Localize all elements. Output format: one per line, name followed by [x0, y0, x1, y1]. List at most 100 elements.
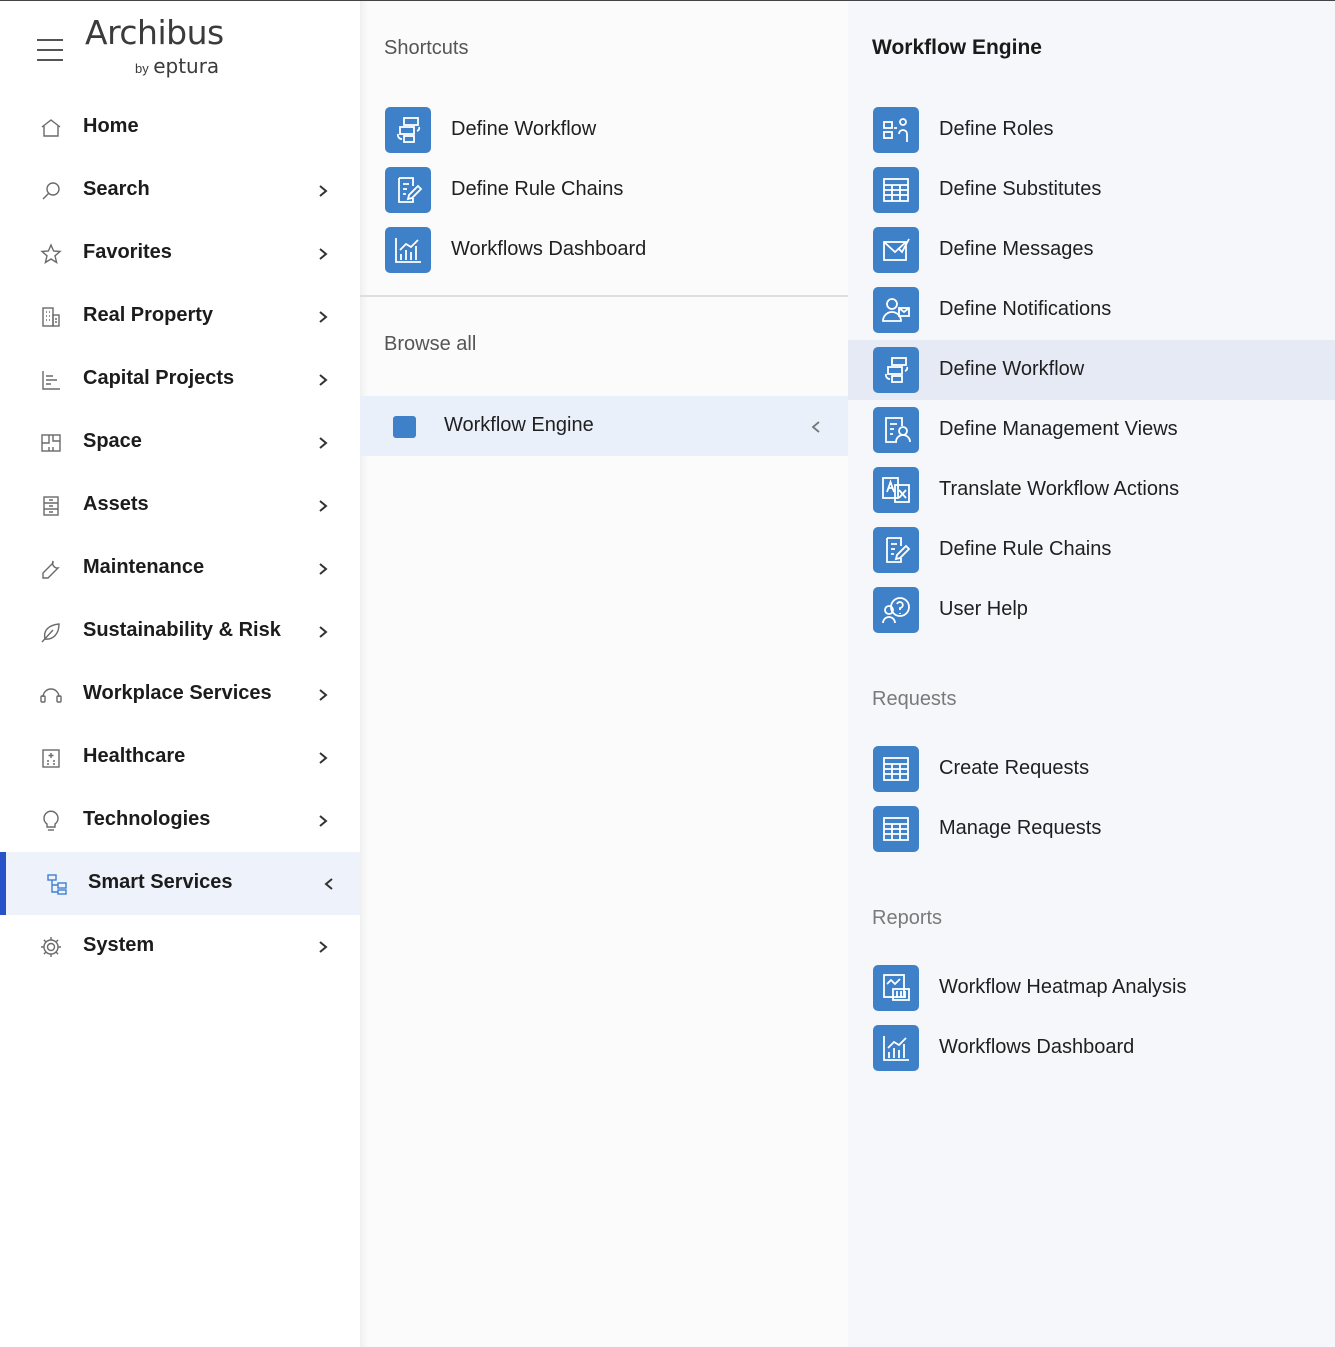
grid-table-icon [873, 806, 919, 852]
task-define-workflow[interactable]: Define Workflow [848, 340, 1335, 400]
chevron-right-icon [316, 685, 330, 705]
nav-item-workplace-services[interactable]: Workplace Services [0, 663, 360, 726]
task-define-management-views[interactable]: Define Management Views [848, 400, 1335, 460]
chevron-left-icon [810, 418, 822, 436]
nav-item-sustainability-risk[interactable]: Sustainability & Risk [0, 600, 360, 663]
logo-by: by [135, 61, 149, 76]
chevron-right-icon [316, 181, 330, 201]
grid-table-icon [873, 167, 919, 213]
translate-icon [873, 467, 919, 513]
nav-item-smart-services[interactable]: Smart Services [0, 852, 360, 915]
nav-item-home[interactable]: Home [0, 96, 360, 159]
nav-item-label: Real Property [83, 304, 214, 326]
task-label: Define Messages [939, 238, 1094, 260]
hospital-icon [39, 746, 63, 770]
task-translate-workflow-actions[interactable]: Translate Workflow Actions [848, 460, 1335, 520]
shortcut-label: Workflows Dashboard [451, 238, 647, 260]
lightbulb-icon [39, 809, 63, 833]
chevron-right-icon [316, 622, 330, 642]
task-label: Manage Requests [939, 817, 1102, 839]
main-navigation: Archibus by eptura Home Search Favorites… [0, 1, 360, 1347]
star-icon [39, 242, 63, 266]
gear-icon [39, 935, 63, 959]
task-create-requests[interactable]: Create Requests [848, 739, 1335, 799]
task-label: User Help [939, 598, 1028, 620]
chevron-right-icon [316, 496, 330, 516]
workflow-icon [385, 107, 431, 153]
edit-document-icon [873, 527, 919, 573]
nav-item-healthcare[interactable]: Healthcare [0, 726, 360, 789]
task-define-roles[interactable]: Define Roles [848, 100, 1335, 160]
cabinet-icon [39, 494, 63, 518]
dashboard-chart-icon [873, 1025, 919, 1071]
shortcuts-heading: Shortcuts [384, 37, 469, 59]
workflow-icon [873, 347, 919, 393]
task-label: Define Workflow [939, 358, 1085, 380]
logo-wordmark: Archibus [85, 13, 224, 52]
nav-item-real-property[interactable]: Real Property [0, 285, 360, 348]
notification-user-icon [873, 287, 919, 333]
task-workflows-dashboard[interactable]: Workflows Dashboard [848, 1018, 1335, 1078]
task-label: Define Management Views [939, 418, 1178, 440]
section-divider [360, 295, 848, 297]
task-define-messages[interactable]: Define Messages [848, 220, 1335, 280]
nav-item-search[interactable]: Search [0, 159, 360, 222]
dashboard-chart-icon [385, 227, 431, 273]
nav-item-label: Capital Projects [83, 367, 235, 389]
bar-chart-icon [39, 368, 63, 392]
chevron-right-icon [316, 937, 330, 957]
nav-item-space[interactable]: Space [0, 411, 360, 474]
chevron-right-icon [316, 307, 330, 327]
task-label: Define Notifications [939, 298, 1112, 320]
task-define-substitutes[interactable]: Define Substitutes [848, 160, 1335, 220]
nav-item-label: System [83, 934, 155, 956]
task-define-notifications[interactable]: Define Notifications [848, 280, 1335, 340]
nav-item-label: Technologies [83, 808, 211, 830]
grid-table-icon [873, 746, 919, 792]
shortcut-define-rule-chains[interactable]: Define Rule Chains [360, 160, 848, 220]
nav-item-system[interactable]: System [0, 915, 360, 978]
task-label: Define Substitutes [939, 178, 1102, 200]
browse-all-heading: Browse all [384, 333, 477, 355]
nav-item-favorites[interactable]: Favorites [0, 222, 360, 285]
hamburger-menu-icon[interactable] [37, 39, 63, 61]
help-icon [873, 587, 919, 633]
nav-item-label: Home [83, 115, 139, 137]
logo-brand: eptura [153, 54, 220, 78]
nav-item-label: Sustainability & Risk [83, 619, 281, 641]
browse-item-workflow-engine[interactable]: Workflow Engine [360, 396, 848, 456]
nav-item-assets[interactable]: Assets [0, 474, 360, 537]
task-label: Define Roles [939, 118, 1054, 140]
nav-item-capital-projects[interactable]: Capital Projects [0, 348, 360, 411]
floorplan-icon [39, 431, 63, 455]
nav-item-label: Search [83, 178, 150, 200]
logo-subline: by eptura [135, 54, 219, 78]
nav-item-maintenance[interactable]: Maintenance [0, 537, 360, 600]
nav-item-label: Healthcare [83, 745, 186, 767]
shortcut-workflows-dashboard[interactable]: Workflows Dashboard [360, 220, 848, 280]
chevron-right-icon [316, 559, 330, 579]
task-label: Translate Workflow Actions [939, 478, 1180, 500]
chevron-left-icon [322, 874, 336, 894]
archibus-logo: Archibus by eptura [85, 13, 224, 78]
headset-icon [39, 683, 63, 707]
heatmap-icon [873, 965, 919, 1011]
workflow-engine-panel: Workflow Engine Define Roles Define Subs… [848, 1, 1335, 1347]
chevron-right-icon [316, 811, 330, 831]
nav-item-label: Maintenance [83, 556, 205, 578]
task-user-help[interactable]: User Help [848, 580, 1335, 640]
browse-item-label: Workflow Engine [444, 414, 594, 436]
roles-icon [873, 107, 919, 153]
chevron-right-icon [316, 370, 330, 390]
management-view-icon [873, 407, 919, 453]
smart-services-panel: Shortcuts Define Workflow Define Rule Ch… [360, 1, 848, 1347]
leaf-icon [39, 620, 63, 644]
nav-item-technologies[interactable]: Technologies [0, 789, 360, 852]
task-define-rule-chains[interactable]: Define Rule Chains [848, 520, 1335, 580]
task-workflow-heatmap-analysis[interactable]: Workflow Heatmap Analysis [848, 958, 1335, 1018]
hierarchy-icon [45, 872, 69, 896]
task-manage-requests[interactable]: Manage Requests [848, 799, 1335, 859]
task-label: Workflows Dashboard [939, 1036, 1135, 1058]
shortcut-define-workflow[interactable]: Define Workflow [360, 100, 848, 160]
nav-item-label: Assets [83, 493, 149, 515]
